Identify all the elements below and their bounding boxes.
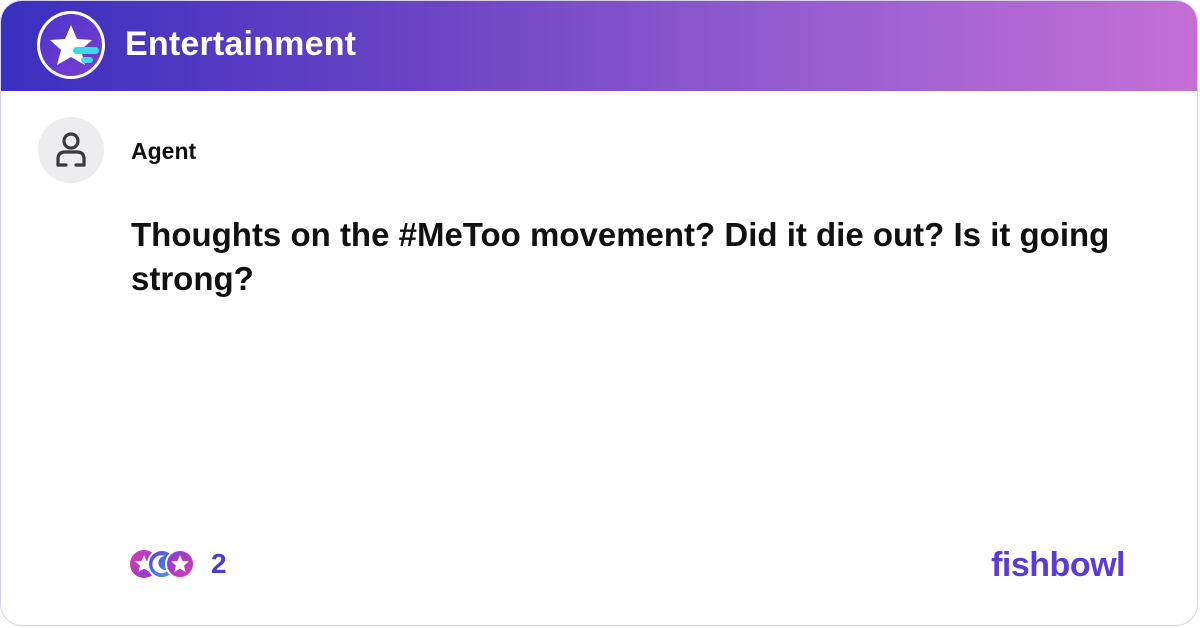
reaction-icons[interactable] (129, 547, 199, 581)
reactions[interactable]: 2 (129, 547, 227, 581)
reaction-count[interactable]: 2 (211, 547, 227, 581)
user-icon (56, 132, 86, 167)
star-bowl-logo-icon (37, 11, 105, 79)
channel-title[interactable]: Entertainment (125, 23, 356, 65)
channel-header: Entertainment (1, 1, 1197, 91)
post-text: Thoughts on the #MeToo movement? Did it … (131, 216, 1110, 297)
author-name[interactable]: Agent (131, 137, 196, 165)
post-card: Entertainment Agent Thoughts on the #MeT… (0, 0, 1198, 626)
fishbowl-logo[interactable]: fishbowl (991, 545, 1125, 585)
author-avatar[interactable] (38, 117, 104, 183)
star-reaction-icon (165, 549, 195, 579)
